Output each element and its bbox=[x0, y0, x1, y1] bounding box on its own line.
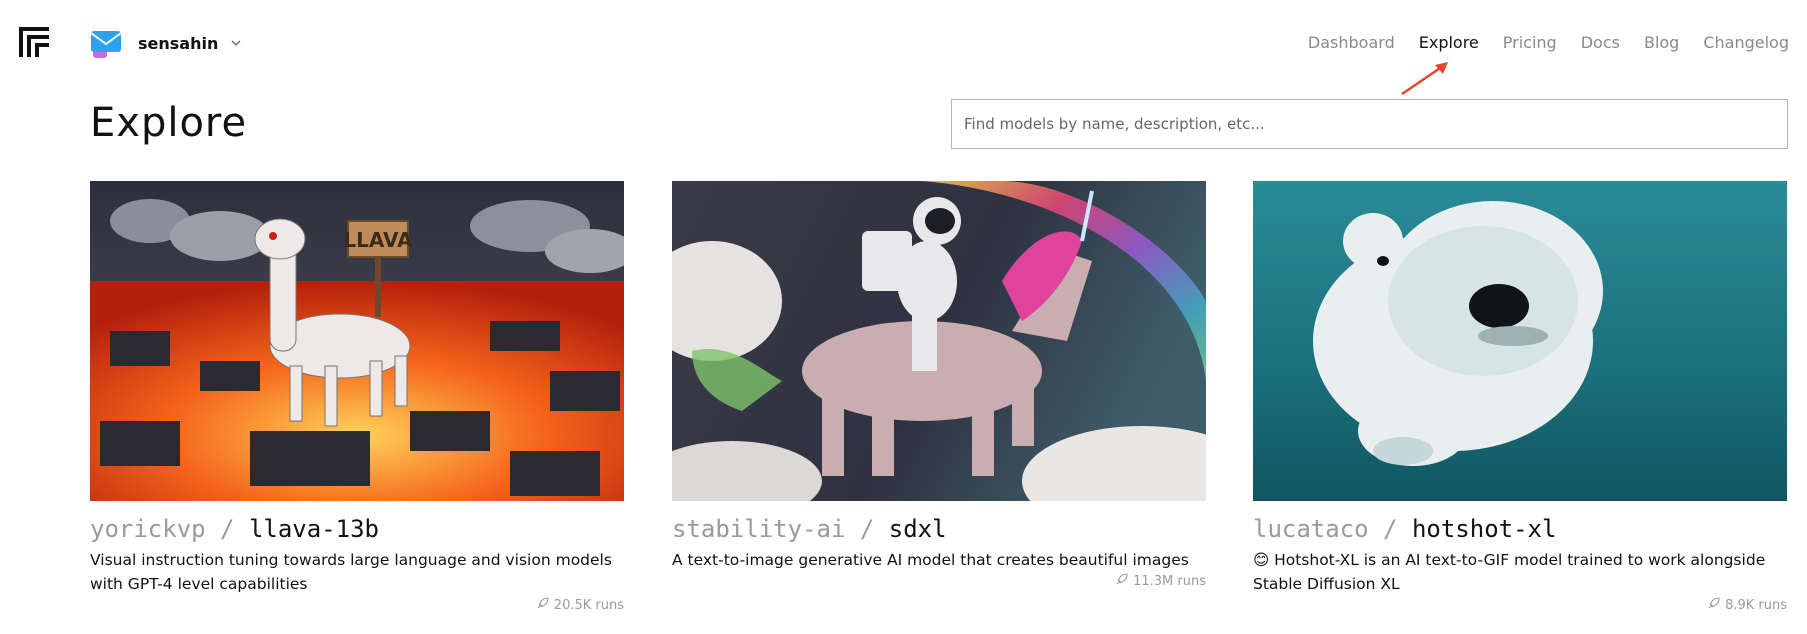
model-owner[interactable]: yorickvp bbox=[90, 515, 206, 543]
replicate-logo[interactable] bbox=[17, 25, 51, 59]
nav-dashboard[interactable]: Dashboard bbox=[1308, 33, 1395, 52]
model-cover-image[interactable] bbox=[672, 181, 1206, 501]
rocket-icon bbox=[1115, 572, 1129, 590]
title-separator: / bbox=[1383, 515, 1398, 543]
run-count: 11.3M runs bbox=[1115, 572, 1206, 590]
rocket-icon bbox=[536, 596, 550, 614]
run-count: 8.9K runs bbox=[1707, 596, 1787, 614]
avatar bbox=[90, 28, 122, 58]
model-title[interactable]: lucataco / hotshot-xl bbox=[1253, 513, 1787, 545]
run-count-label: 8.9K runs bbox=[1725, 597, 1787, 613]
nav-docs[interactable]: Docs bbox=[1581, 33, 1620, 52]
username: sensahin bbox=[138, 33, 219, 53]
model-owner[interactable]: lucataco bbox=[1253, 515, 1369, 543]
run-count-label: 11.3M runs bbox=[1133, 573, 1206, 589]
model-card-sdxl[interactable]: stability-ai / sdxl A text-to-image gene… bbox=[672, 181, 1206, 589]
model-description: Visual instruction tuning towards large … bbox=[90, 551, 612, 593]
run-count: 20.5K runs bbox=[536, 596, 624, 614]
svg-text:LLAVA: LLAVA bbox=[343, 228, 413, 252]
model-name[interactable]: sdxl bbox=[889, 515, 947, 543]
model-title[interactable]: stability-ai / sdxl bbox=[672, 513, 1206, 545]
run-count-label: 20.5K runs bbox=[553, 597, 624, 613]
model-title[interactable]: yorickvp / llava-13b bbox=[90, 513, 624, 545]
model-name[interactable]: llava-13b bbox=[249, 515, 379, 543]
model-cover-image[interactable]: LLAVA bbox=[90, 181, 624, 501]
title-separator: / bbox=[220, 515, 235, 543]
top-nav: Dashboard Explore Pricing Docs Blog Chan… bbox=[1308, 33, 1789, 52]
title-separator: / bbox=[859, 515, 875, 543]
chevron-down-icon[interactable] bbox=[230, 37, 242, 49]
model-name[interactable]: hotshot-xl bbox=[1412, 515, 1557, 543]
search-input[interactable] bbox=[951, 99, 1788, 149]
model-description: A text-to-image generative AI model that… bbox=[672, 551, 1189, 569]
nav-blog[interactable]: Blog bbox=[1644, 33, 1679, 52]
nav-changelog[interactable]: Changelog bbox=[1703, 33, 1789, 52]
nav-pricing[interactable]: Pricing bbox=[1503, 33, 1557, 52]
model-card-llava[interactable]: LLAVA yorickvp / llava-13b Visual instru… bbox=[90, 181, 624, 613]
annotation-arrow-icon bbox=[1396, 58, 1454, 98]
model-owner[interactable]: stability-ai bbox=[672, 515, 845, 543]
model-cover-image[interactable] bbox=[1253, 181, 1787, 501]
page-title: Explore bbox=[90, 100, 248, 146]
nav-explore[interactable]: Explore bbox=[1419, 33, 1479, 52]
model-description: 😊 Hotshot-XL is an AI text-to-GIF model … bbox=[1253, 551, 1766, 593]
rocket-icon bbox=[1707, 596, 1721, 614]
model-card-hotshot-xl[interactable]: lucataco / hotshot-xl 😊 Hotshot-XL is an… bbox=[1253, 181, 1787, 613]
account-switcher[interactable]: sensahin bbox=[90, 28, 242, 58]
